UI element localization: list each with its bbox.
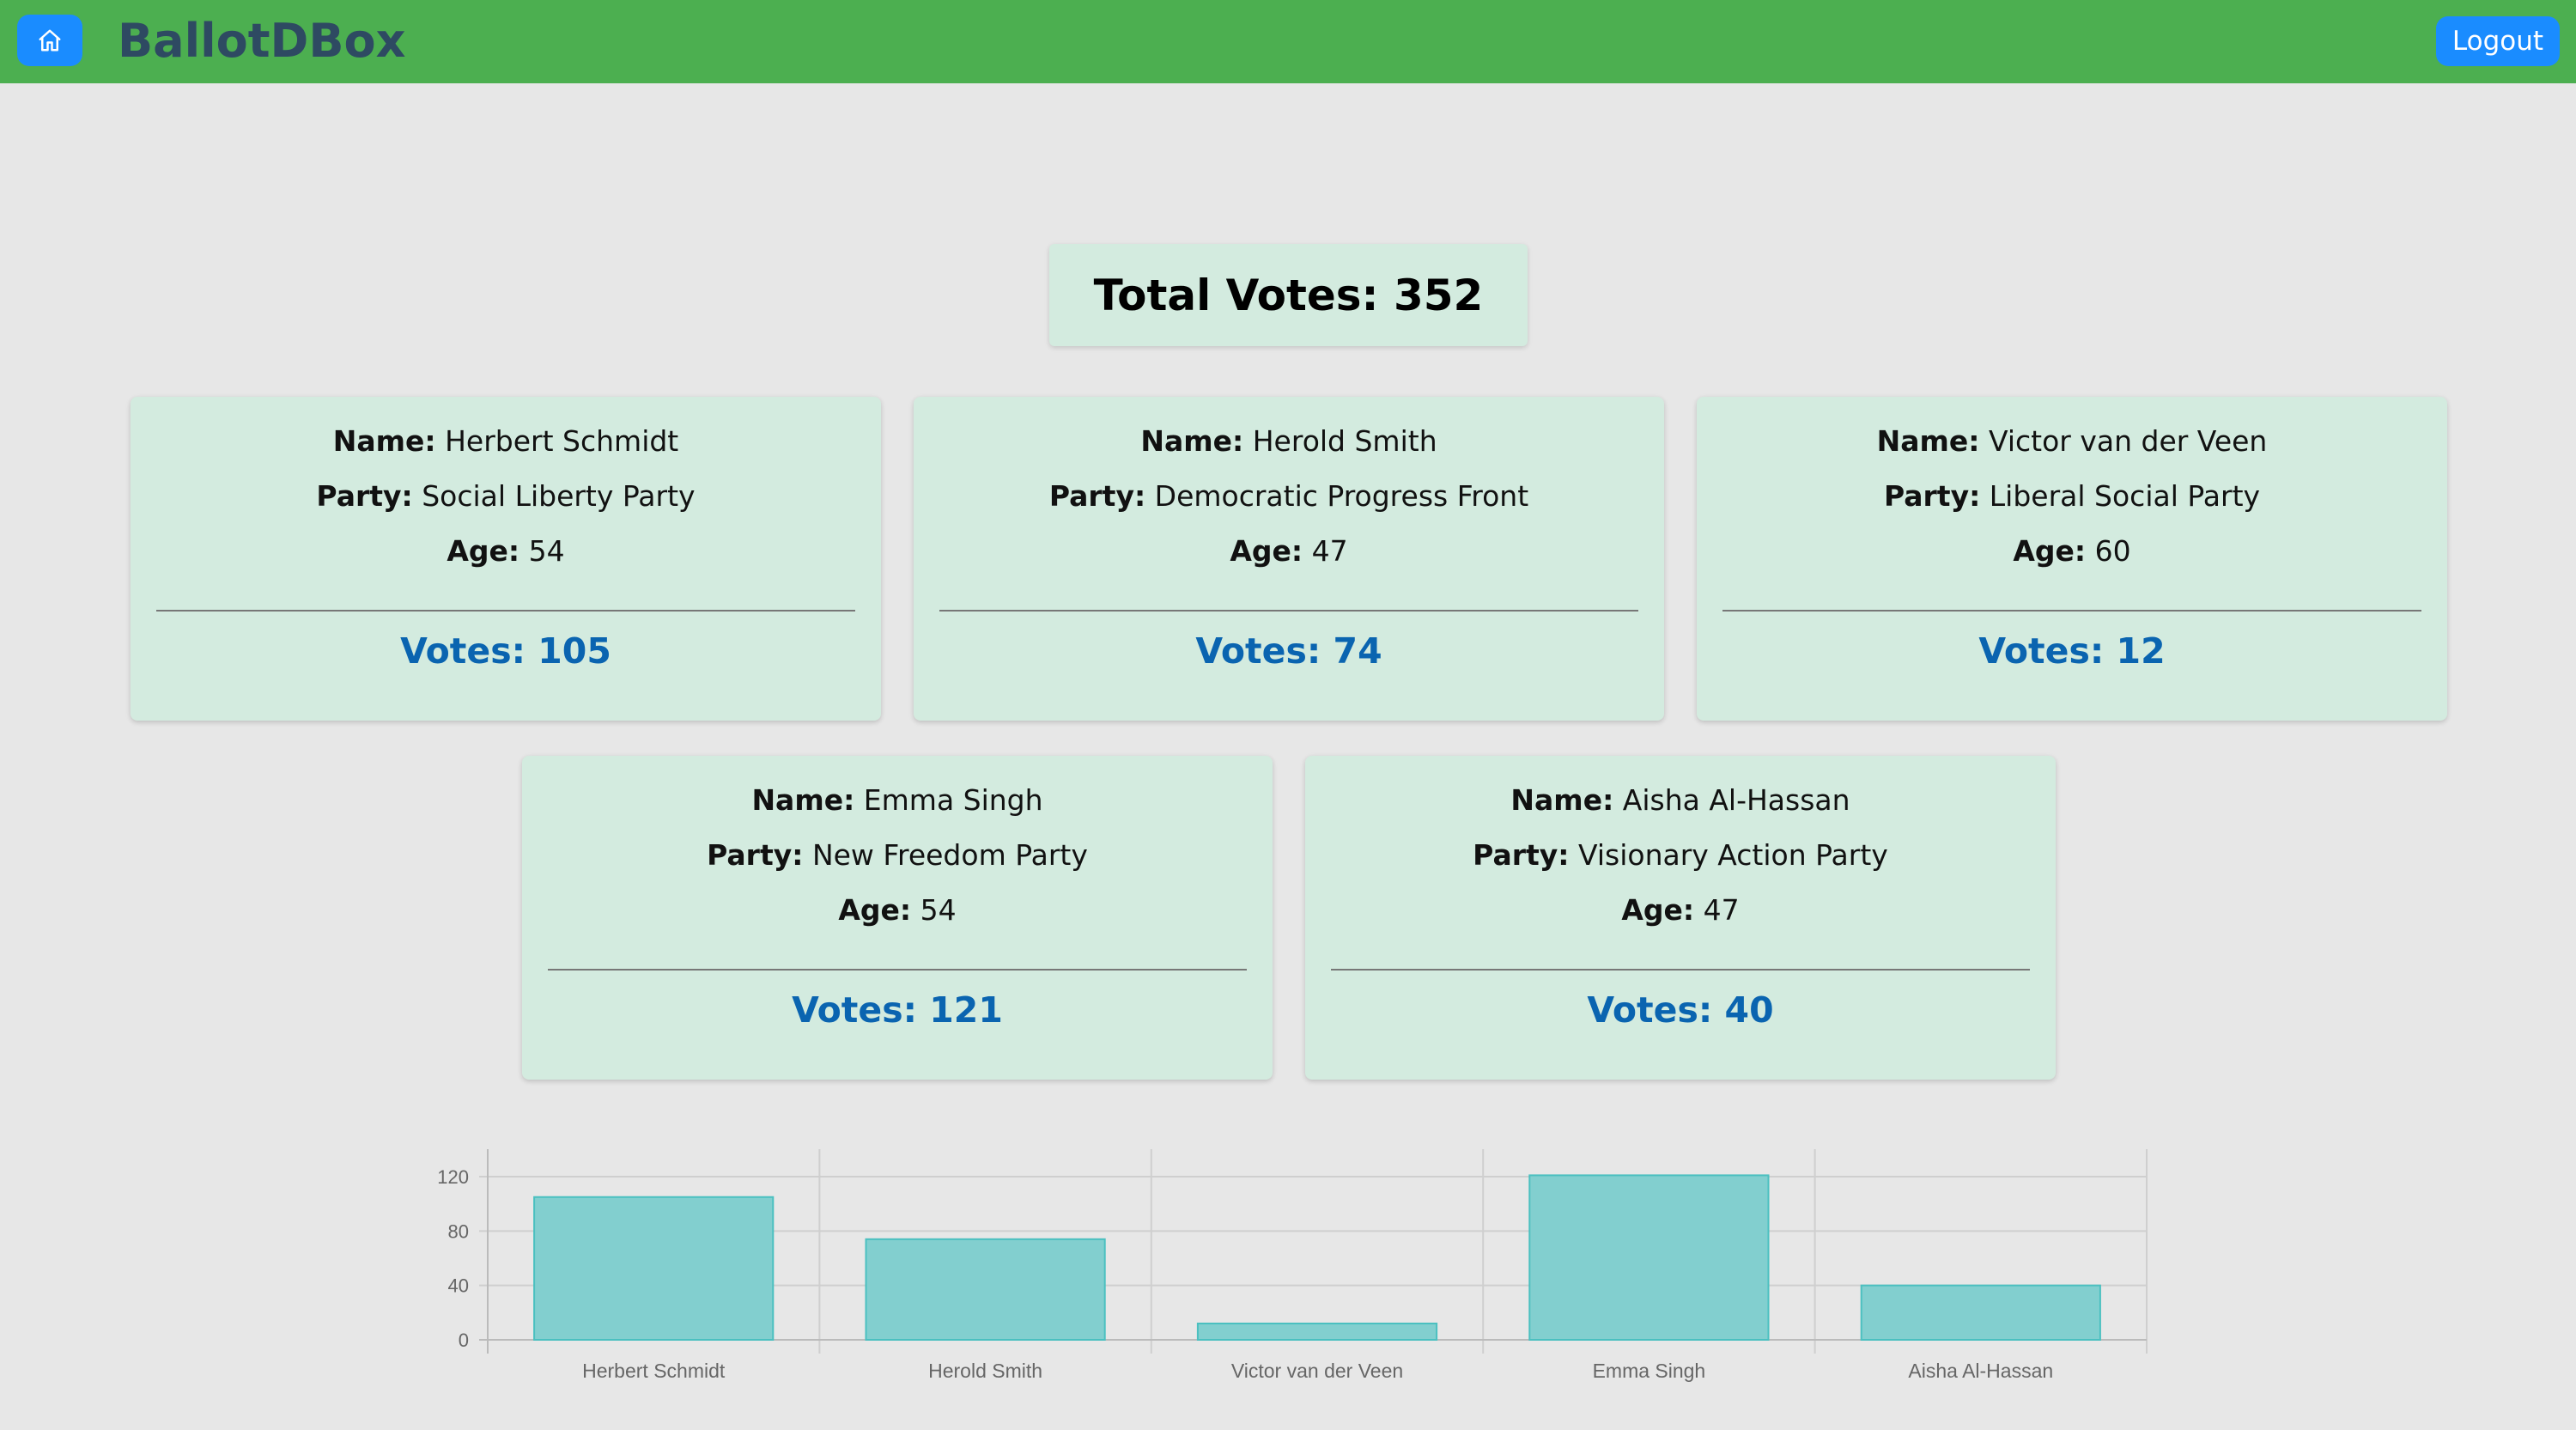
candidate-age: 54 — [528, 534, 565, 568]
candidate-party-line: Party: New Freedom Party — [522, 838, 1273, 872]
votes-label: Votes: — [1587, 989, 1713, 1031]
candidate-party-line: Party: Democratic Progress Front — [914, 479, 1664, 513]
party-label: Party: — [1048, 479, 1146, 513]
candidate-party: Social Liberty Party — [422, 479, 696, 513]
x-tick-label: Emma Singh — [1593, 1360, 1706, 1382]
votes-value: 12 — [2116, 630, 2166, 672]
brand-title[interactable]: BallotDBox — [118, 12, 405, 70]
card-divider — [1722, 610, 2421, 612]
candidate-party: Liberal Social Party — [1989, 479, 2261, 513]
age-label: Age: — [838, 893, 912, 927]
card-divider — [1331, 969, 2030, 971]
age-label: Age: — [1621, 893, 1695, 927]
candidate-name-line: Name: Emma Singh — [522, 783, 1273, 817]
candidate-votes: Votes: 40 — [1305, 989, 2056, 1031]
votes-label: Votes: — [792, 989, 917, 1031]
candidate-name-line: Name: Aisha Al-Hassan — [1305, 783, 2056, 817]
candidate-card: Name: Herbert Schmidt Party: Social Libe… — [131, 397, 881, 721]
candidate-party: Visionary Action Party — [1578, 838, 1888, 872]
card-divider — [548, 969, 1247, 971]
candidate-age-line: Age: 47 — [1305, 893, 2056, 927]
name-label: Name: — [1876, 424, 1980, 458]
candidate-party: Democratic Progress Front — [1154, 479, 1529, 513]
candidate-name-line: Name: Herold Smith — [914, 424, 1664, 458]
name-label: Name: — [751, 783, 855, 817]
total-votes-box: Total Votes: 352 — [1049, 244, 1528, 346]
party-label: Party: — [1473, 838, 1570, 872]
votes-label: Votes: — [400, 630, 526, 672]
x-tick-label: Herbert Schmidt — [582, 1360, 726, 1382]
candidate-age-line: Age: 60 — [1697, 534, 2447, 568]
card-divider — [939, 610, 1638, 612]
bar — [1860, 1284, 2101, 1342]
name-label: Name: — [332, 424, 436, 458]
navbar: BallotDBox Logout — [0, 0, 2576, 83]
bar — [865, 1238, 1106, 1341]
party-label: Party: — [1883, 479, 1981, 513]
name-label: Name: — [1140, 424, 1244, 458]
candidate-card: Name: Aisha Al-Hassan Party: Visionary A… — [1305, 756, 2056, 1080]
candidate-age-line: Age: 54 — [131, 534, 881, 568]
age-label: Age: — [2013, 534, 2087, 568]
candidate-party-line: Party: Social Liberty Party — [131, 479, 881, 513]
party-label: Party: — [707, 838, 804, 872]
candidate-votes: Votes: 74 — [914, 630, 1664, 672]
candidate-age-line: Age: 47 — [914, 534, 1664, 568]
candidate-votes: Votes: 121 — [522, 989, 1273, 1031]
votes-value: 40 — [1724, 989, 1774, 1031]
logout-button[interactable]: Logout — [2436, 16, 2560, 66]
total-votes-value: 352 — [1393, 270, 1484, 320]
y-tick-label: 0 — [459, 1330, 469, 1351]
candidate-card: Name: Emma Singh Party: New Freedom Part… — [522, 756, 1273, 1080]
candidate-name: Herbert Schmidt — [445, 424, 679, 458]
x-tick-label: Victor van der Veen — [1231, 1360, 1403, 1382]
party-label: Party: — [316, 479, 413, 513]
votes-label: Votes: — [1978, 630, 2105, 672]
candidate-age: 54 — [920, 893, 957, 927]
candidate-name-line: Name: Victor van der Veen — [1697, 424, 2447, 458]
candidate-party-line: Party: Visionary Action Party — [1305, 838, 2056, 872]
candidate-age: 60 — [2094, 534, 2131, 568]
age-label: Age: — [1230, 534, 1303, 568]
total-votes-label: Total Votes: — [1093, 270, 1379, 320]
votes-label: Votes: — [1195, 630, 1321, 672]
candidate-name: Herold Smith — [1252, 424, 1437, 458]
candidate-card: Name: Victor van der Veen Party: Liberal… — [1697, 397, 2447, 721]
candidate-card: Name: Herold Smith Party: Democratic Pro… — [914, 397, 1664, 721]
chart-svg: 0 40 80 120 Herbert Schmidt Herold Smith Victo… — [437, 1149, 2148, 1382]
candidate-name: Victor van der Veen — [1989, 424, 2268, 458]
home-button[interactable] — [17, 15, 82, 66]
x-tick-label: Aisha Al-Hassan — [1908, 1360, 2053, 1382]
candidate-name: Aisha Al-Hassan — [1622, 783, 1850, 817]
candidate-age-line: Age: 54 — [522, 893, 1273, 927]
candidate-votes: Votes: 105 — [131, 630, 881, 672]
candidate-name-line: Name: Herbert Schmidt — [131, 424, 881, 458]
votes-value: 121 — [929, 989, 1003, 1031]
candidate-name: Emma Singh — [863, 783, 1043, 817]
candidate-age: 47 — [1703, 893, 1740, 927]
bar — [1196, 1323, 1438, 1341]
x-tick-label: Herold Smith — [928, 1360, 1042, 1382]
bar — [1528, 1174, 1770, 1341]
candidate-party-line: Party: Liberal Social Party — [1697, 479, 2447, 513]
home-icon — [39, 29, 61, 52]
name-label: Name: — [1510, 783, 1614, 817]
candidate-party: New Freedom Party — [811, 838, 1088, 872]
votes-value: 105 — [538, 630, 611, 672]
y-tick-label: 120 — [437, 1166, 469, 1188]
candidate-votes: Votes: 12 — [1697, 630, 2447, 672]
age-label: Age: — [447, 534, 520, 568]
card-divider — [156, 610, 855, 612]
votes-value: 74 — [1333, 630, 1382, 672]
y-tick-label: 80 — [448, 1220, 469, 1242]
candidate-age: 47 — [1311, 534, 1348, 568]
votes-bar-chart: 0 40 80 120 Herbert Schmidt Herold Smith Victo… — [412, 1134, 2164, 1391]
bar — [533, 1196, 775, 1341]
y-tick-label: 40 — [448, 1275, 469, 1297]
